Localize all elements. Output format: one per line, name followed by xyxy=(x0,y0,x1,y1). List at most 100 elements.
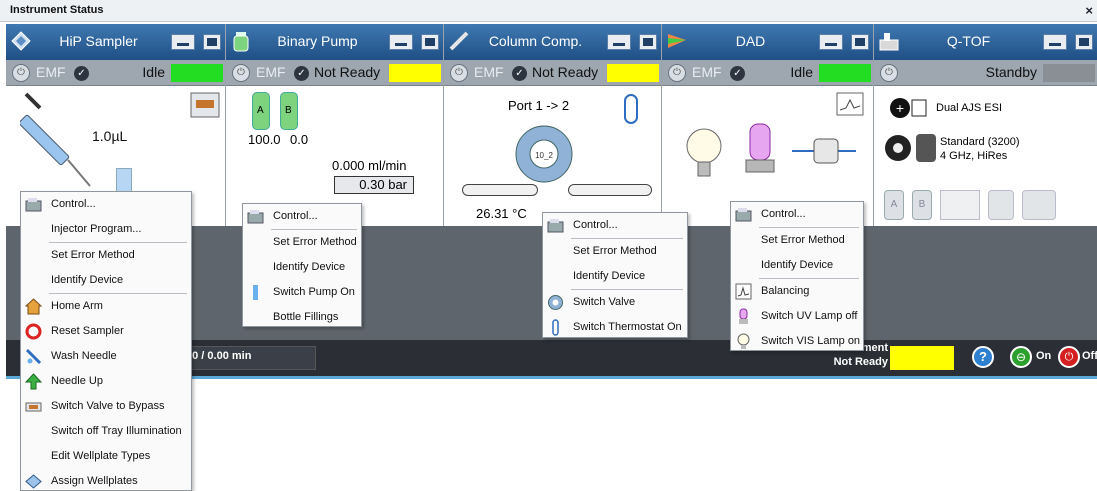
ion-source-icon[interactable]: + xyxy=(890,96,930,120)
power-icon[interactable]: ⏻ xyxy=(668,64,686,82)
calibrant-vial-b[interactable]: B xyxy=(912,190,932,220)
maximize-button[interactable] xyxy=(851,34,869,50)
minimize-button[interactable] xyxy=(389,34,413,50)
module-header: Q-TOF xyxy=(874,24,1097,60)
menu-item-identify-device[interactable]: Identify Device xyxy=(543,264,687,289)
maximize-button[interactable] xyxy=(203,34,221,50)
emf-label: EMF xyxy=(36,64,66,80)
menu-item-control[interactable]: Control... xyxy=(543,213,687,238)
bottle-a-icon[interactable]: A xyxy=(252,92,270,130)
menu-item-switch-uv-lamp-off[interactable]: Switch UV Lamp off xyxy=(731,304,863,329)
module-status-bar: ⏻ EMF ✓ Idle xyxy=(6,60,225,86)
menu-item-set-error-method[interactable]: Set Error Method xyxy=(543,239,687,264)
control-icon xyxy=(247,210,264,224)
menu-item-switch-valve-bypass[interactable]: Switch Valve to Bypass xyxy=(21,394,191,419)
temperature-left: 26.31 °C xyxy=(476,206,527,221)
menu-item-set-error-method[interactable]: Set Error Method xyxy=(21,243,191,268)
module-status-text: Not Ready xyxy=(532,64,599,80)
injection-volume: 1.0µL xyxy=(92,128,128,144)
qtof-icon xyxy=(879,33,899,51)
menu-item-set-error-method[interactable]: Set Error Method xyxy=(243,230,361,255)
valve-label: 10_2 xyxy=(535,151,553,160)
menu-item-assign-wellplates[interactable]: Assign Wellplates xyxy=(21,469,191,491)
valve-icon xyxy=(548,295,563,310)
power-icon[interactable]: ⏻ xyxy=(880,64,898,82)
menu-item-identify-device[interactable]: Identify Device xyxy=(243,255,361,280)
tof-mode-line2: 4 GHz, HiRes xyxy=(940,150,1008,162)
window-title: Instrument Status xyxy=(10,4,104,16)
vis-lamp-icon[interactable] xyxy=(684,126,724,182)
thermostat-icon[interactable] xyxy=(624,94,638,124)
minimize-button[interactable] xyxy=(819,34,843,50)
spectrum-thumbnail[interactable] xyxy=(940,190,980,220)
menu-item-edit-wellplate-types[interactable]: Edit Wellplate Types xyxy=(21,444,191,469)
module-status-bar: ⏻ EMF ✓ Not Ready xyxy=(226,60,443,86)
module-header: HiP Sampler xyxy=(6,24,225,60)
calibrant-vial-a[interactable]: A xyxy=(884,190,904,220)
tune-icon[interactable] xyxy=(988,190,1014,220)
power-icon[interactable]: ⏻ xyxy=(450,64,468,82)
module-dad[interactable]: DAD ⏻ EMF ✓ Idle xyxy=(662,24,874,226)
maximize-button[interactable] xyxy=(639,34,657,50)
off-label[interactable]: Off xyxy=(1082,350,1097,362)
menu-item-identify-device[interactable]: Identify Device xyxy=(21,268,191,293)
on-label[interactable]: On xyxy=(1036,350,1051,362)
menu-item-injector-program[interactable]: Injector Program... xyxy=(21,217,191,242)
vis-lamp-icon xyxy=(737,333,750,349)
module-body: + Dual AJS ESI Standard (3200) 4 GHz, Hi… xyxy=(874,86,1097,226)
module-binary-pump[interactable]: Binary Pump ⏻ EMF ✓ Not Ready A B 100.0 … xyxy=(226,24,444,226)
menu-item-switch-vis-lamp-on[interactable]: Switch VIS Lamp on xyxy=(731,329,863,354)
menu-item-bottle-fillings[interactable]: Bottle Fillings xyxy=(243,305,361,330)
syringe-icon xyxy=(20,92,91,187)
module-status-bar: ⏻ Standby xyxy=(874,60,1097,86)
module-header: Binary Pump xyxy=(226,24,443,60)
power-icon[interactable]: ⏻ xyxy=(232,64,250,82)
maximize-button[interactable] xyxy=(1075,34,1093,50)
module-title: DAD xyxy=(735,33,766,49)
reset-icon xyxy=(25,323,42,340)
menu-item-control[interactable]: Control... xyxy=(731,202,863,227)
menu-item-identify-device[interactable]: Identify Device xyxy=(731,253,863,278)
tof-mode-icon[interactable] xyxy=(884,132,940,164)
menu-item-balancing[interactable]: Balancing xyxy=(731,279,863,304)
menu-item-needle-up[interactable]: Needle Up xyxy=(21,369,191,394)
minimize-button[interactable] xyxy=(607,34,631,50)
menu-item-reset-sampler[interactable]: Reset Sampler xyxy=(21,319,191,344)
module-q-tof[interactable]: Q-TOF ⏻ Standby + Dual AJS ESI Standard … xyxy=(874,24,1097,226)
menu-item-wash-needle[interactable]: Wash Needle xyxy=(21,344,191,369)
maximize-button[interactable] xyxy=(421,34,439,50)
module-status-text: Idle xyxy=(142,64,165,80)
menu-item-tray-illumination[interactable]: Switch off Tray Illumination xyxy=(21,419,191,444)
pressure-gauge: 0.30 bar xyxy=(334,176,414,194)
sampler-icon xyxy=(11,31,31,51)
menu-item-control[interactable]: Control... xyxy=(21,192,191,217)
bottle-b-icon[interactable]: B xyxy=(280,92,298,130)
reference-icon[interactable] xyxy=(1022,190,1056,220)
module-status-text: Not Ready xyxy=(314,64,381,80)
wash-needle-icon xyxy=(25,348,42,365)
menu-item-switch-valve[interactable]: Switch Valve xyxy=(543,290,687,315)
module-header: DAD xyxy=(662,24,873,60)
module-title: Q-TOF xyxy=(946,33,991,49)
menu-item-switch-pump-on[interactable]: Switch Pump On xyxy=(243,280,361,305)
help-icon[interactable]: ? xyxy=(972,346,994,368)
menu-item-set-error-method[interactable]: Set Error Method xyxy=(731,228,863,253)
menu-item-home-arm[interactable]: Home Arm xyxy=(21,294,191,319)
on-icon[interactable]: ⊖ xyxy=(1010,346,1032,368)
column-context-menu: Control... Set Error Method Identify Dev… xyxy=(542,212,688,338)
tray-icon[interactable] xyxy=(190,92,220,118)
menu-item-switch-thermostat-on[interactable]: Switch Thermostat On xyxy=(543,315,687,340)
valve-icon[interactable]: 10_2 xyxy=(514,124,574,184)
solvent-a-value: 100.0 xyxy=(248,132,281,147)
pump-on-icon xyxy=(253,285,258,300)
module-status-text: Standby xyxy=(985,64,1037,80)
uv-lamp-icon[interactable] xyxy=(742,120,778,184)
minimize-button[interactable] xyxy=(171,34,195,50)
balancing-icon[interactable] xyxy=(836,92,864,116)
close-icon[interactable]: × xyxy=(1085,3,1093,18)
power-icon[interactable]: ⏻ xyxy=(12,64,30,82)
menu-item-control[interactable]: Control... xyxy=(243,204,361,229)
off-icon[interactable]: ⏻ xyxy=(1058,346,1080,368)
minimize-button[interactable] xyxy=(1043,34,1067,50)
module-column-comp[interactable]: Column Comp. ⏻ EMF ✓ Not Ready Port 1 ->… xyxy=(444,24,662,226)
